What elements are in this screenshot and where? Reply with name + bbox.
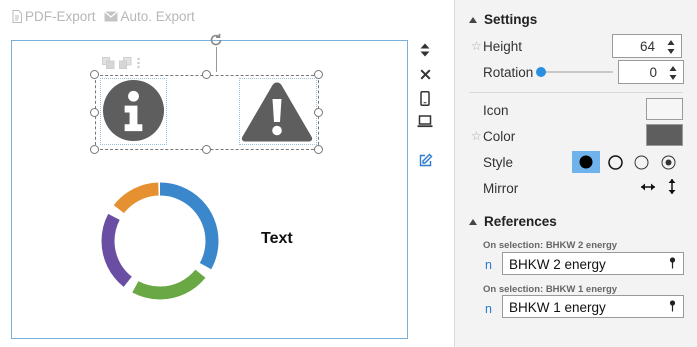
bring-forward-icon[interactable]	[102, 57, 115, 69]
rotation-slider-track[interactable]	[541, 71, 613, 73]
reference-caption: On selection: BHKW 2 energy	[483, 240, 618, 251]
close-icon	[419, 68, 431, 80]
envelope-icon	[103, 11, 118, 22]
info-icon[interactable]	[102, 79, 165, 142]
reference-prefix: n	[485, 258, 492, 272]
icon-picker[interactable]	[646, 98, 683, 120]
edit-icon	[419, 153, 432, 166]
donut-chart[interactable]	[98, 179, 222, 303]
mobile-icon	[420, 90, 430, 106]
mobile-view-button[interactable]	[417, 90, 433, 106]
reference-caption: On selection: BHKW 1 energy	[483, 284, 618, 295]
settings-section-title: Settings	[484, 12, 538, 27]
reference-value: BHKW 1 energy	[509, 300, 606, 315]
rotation-value: 0	[649, 65, 657, 80]
color-label: Color	[483, 129, 516, 144]
mirror-horizontal-icon[interactable]	[640, 181, 656, 193]
dot-circle-icon	[661, 155, 675, 169]
mirror-vertical-icon[interactable]	[667, 178, 677, 195]
filled-circle-icon	[579, 155, 593, 169]
mirror-label: Mirror	[483, 181, 519, 196]
warning-icon[interactable]	[240, 79, 314, 145]
rotation-label: Rotation	[483, 65, 534, 80]
delete-button[interactable]	[417, 66, 433, 82]
export-toolbar: PDF-Export Auto. Export	[12, 9, 195, 24]
rotate-connector	[216, 47, 217, 72]
laptop-icon	[417, 114, 433, 127]
settings-section-header[interactable]: Settings	[469, 12, 537, 27]
references-section-title: References	[484, 214, 557, 229]
more-options-icon[interactable]	[136, 57, 141, 69]
auto-export-label: Auto. Export	[120, 9, 195, 24]
divider	[469, 92, 683, 93]
text-element[interactable]: Text	[261, 230, 293, 248]
pin-icon[interactable]	[669, 257, 676, 269]
move-updown-button[interactable]	[417, 42, 433, 58]
resize-handle-ne[interactable]	[314, 70, 323, 79]
style-option-outline[interactable]	[605, 152, 625, 172]
color-star-icon[interactable]: ☆	[471, 129, 482, 143]
pdf-export-label: PDF-Export	[25, 9, 96, 24]
desktop-view-button[interactable]	[417, 113, 433, 129]
resize-handle-se[interactable]	[314, 145, 323, 154]
settings-panel: Settings ☆ Height 64 Rotation 0 Icon ☆ C…	[454, 0, 697, 347]
resize-handle-n[interactable]	[202, 70, 211, 79]
resize-handle-w[interactable]	[90, 108, 99, 117]
color-picker[interactable]	[646, 124, 683, 146]
sort-arrows-icon	[420, 43, 430, 57]
auto-export-button[interactable]: Auto. Export	[103, 9, 195, 24]
edit-button[interactable]	[417, 152, 433, 168]
style-option-thin[interactable]	[631, 152, 651, 172]
design-canvas[interactable]: Text	[11, 33, 408, 339]
stepper-arrows-icon[interactable]	[669, 65, 677, 81]
collapse-triangle-icon	[469, 218, 477, 225]
reference-value: BHKW 2 energy	[509, 257, 606, 272]
style-option-dot[interactable]	[658, 152, 678, 172]
style-label: Style	[483, 155, 514, 170]
editor-root: PDF-Export Auto. Export Text Settings ☆ …	[0, 0, 697, 347]
rotate-icon[interactable]	[208, 32, 224, 48]
height-input[interactable]: 64	[612, 34, 682, 58]
references-section-header[interactable]: References	[469, 214, 557, 229]
pdf-file-icon	[12, 10, 22, 23]
collapse-triangle-icon	[469, 16, 477, 23]
icon-label: Icon	[483, 103, 509, 118]
reference-input[interactable]: BHKW 1 energy	[502, 295, 684, 318]
rotation-input[interactable]: 0	[618, 60, 684, 84]
resize-handle-nw[interactable]	[90, 70, 99, 79]
thin-circle-icon	[634, 155, 648, 169]
height-star-icon[interactable]: ☆	[471, 39, 482, 53]
rotation-slider-knob[interactable]	[536, 67, 546, 77]
pdf-export-button[interactable]: PDF-Export	[12, 9, 96, 24]
resize-handle-sw[interactable]	[90, 145, 99, 154]
reference-prefix: n	[485, 302, 492, 316]
selection-actions	[102, 57, 141, 69]
resize-handle-e[interactable]	[314, 108, 323, 117]
pin-icon[interactable]	[669, 300, 676, 312]
resize-handle-s[interactable]	[202, 145, 211, 154]
send-backward-icon[interactable]	[119, 57, 132, 69]
stepper-arrows-icon[interactable]	[667, 39, 675, 55]
height-label: Height	[483, 39, 523, 54]
outline-circle-icon	[607, 154, 623, 170]
height-value: 64	[639, 39, 655, 54]
reference-input[interactable]: BHKW 2 energy	[502, 252, 684, 275]
style-option-filled[interactable]	[572, 151, 600, 173]
